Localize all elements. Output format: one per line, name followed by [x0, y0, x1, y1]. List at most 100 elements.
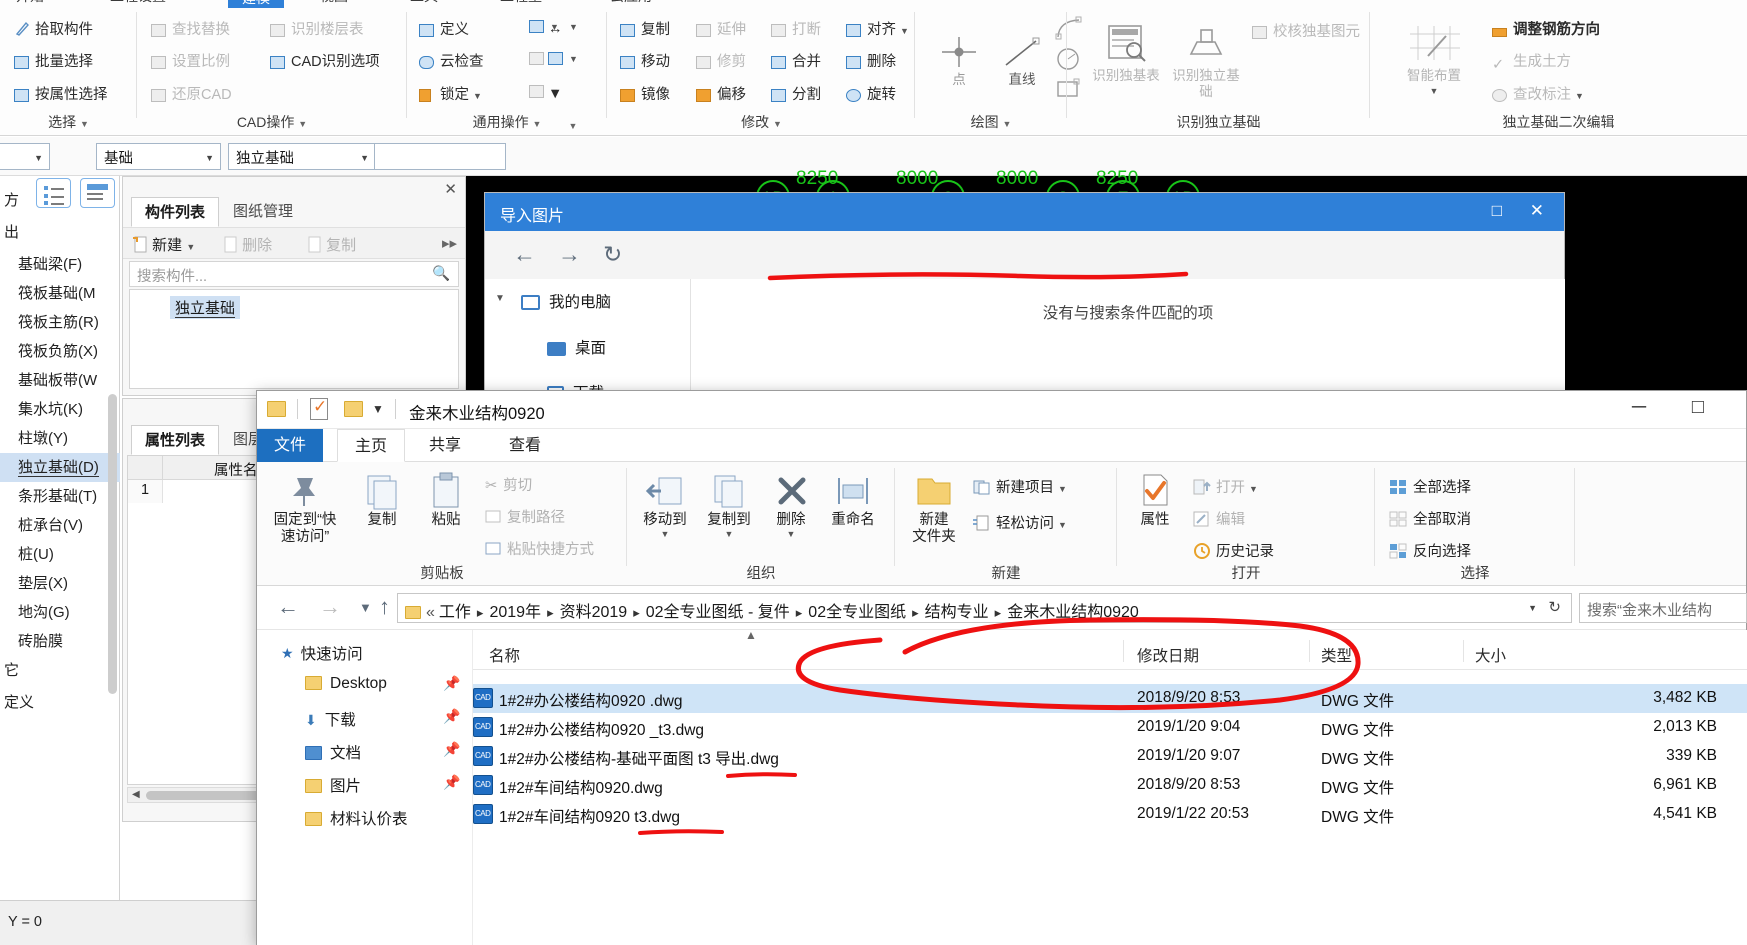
new-folder-icon[interactable]: [344, 401, 363, 417]
category-select[interactable]: 基础 ▼: [96, 143, 221, 170]
sidebar-item-foundation-beam[interactable]: 基础梁(F): [0, 250, 120, 279]
copy-to-button[interactable]: 复制到 ▼: [699, 472, 759, 539]
refresh-icon[interactable]: ↻: [603, 241, 622, 268]
pin-icon[interactable]: 📌: [443, 774, 460, 791]
address-part-6[interactable]: 金来木业结构0920: [1007, 604, 1139, 621]
navpane-item-pictures[interactable]: 图片: [305, 774, 361, 796]
back-icon[interactable]: ←: [513, 241, 536, 268]
sidebar-item-strip-foundation[interactable]: 条形基础(T): [0, 482, 120, 511]
generate-earthwork-button[interactable]: ✓ 生成土方: [1492, 50, 1571, 74]
card-view-toggle[interactable]: [80, 178, 115, 208]
ribbon-group-modify-title[interactable]: 修改 ▼: [608, 112, 915, 132]
sidebar-item-pile-cap[interactable]: 桩承台(V): [0, 511, 120, 540]
copy-path-button[interactable]: 复制路径: [485, 506, 565, 527]
component-type-select[interactable]: 独立基础 ▼: [228, 143, 376, 170]
navpane-item-documents[interactable]: 文档: [305, 741, 361, 763]
chevron-down-icon[interactable]: ▼: [1528, 603, 1537, 613]
column-header-name[interactable]: 名称: [489, 644, 520, 666]
new-folder-button[interactable]: 新建 文件夹: [903, 472, 965, 545]
pin-icon[interactable]: 📌: [443, 708, 460, 725]
table-row[interactable]: 1#2#办公楼结构0920 _t3.dwg 2019/1/20 9:04 DWG…: [473, 713, 1747, 742]
lock-button[interactable]: 锁定 ▼: [419, 83, 482, 106]
ribbon-group-cad-title[interactable]: CAD操作 ▼: [137, 112, 407, 132]
sidebar-item-my-computer[interactable]: 我的电脑: [521, 290, 611, 312]
chevron-down-icon[interactable]: ▼: [372, 402, 384, 416]
cad-recognize-options-button[interactable]: CAD识别选项: [270, 50, 380, 73]
table-row[interactable]: 1#2#办公楼结构0920 .dwg 2018/9/20 8:53 DWG 文件…: [473, 684, 1747, 713]
sidebar-item-sump[interactable]: 集水坑(K): [0, 395, 120, 424]
rotate-button[interactable]: 旋转: [846, 83, 896, 106]
tab-component-list[interactable]: 构件列表: [131, 197, 220, 227]
properties-button[interactable]: 属性: [1127, 472, 1183, 529]
maximize-icon[interactable]: □: [1692, 396, 1704, 419]
sidebar-item-raft-negative-rebar[interactable]: 筏板负筋(X): [0, 337, 120, 366]
history-button[interactable]: 历史记录: [1193, 540, 1274, 561]
recognize-footing-table-button[interactable]: 识别独基表: [1089, 22, 1163, 84]
list-view-toggle[interactable]: [36, 178, 71, 208]
filter-tool-dropdown[interactable]: ▼: [548, 83, 569, 103]
find-replace-button[interactable]: 查找替换: [151, 18, 230, 41]
ribbon-tab-1[interactable]: 工程设置: [110, 0, 166, 6]
sidebar-item-cushion[interactable]: 垫层(X): [0, 569, 120, 598]
mirror-button[interactable]: 镜像: [620, 83, 670, 106]
minimize-icon[interactable]: ─: [1632, 396, 1646, 419]
close-icon[interactable]: ✕: [1530, 201, 1544, 221]
ribbon-tab-3[interactable]: 视图: [320, 0, 348, 6]
sidebar-item-pile[interactable]: 桩(U): [0, 540, 120, 569]
address-part-3[interactable]: 02全专业图纸 - 复件: [646, 604, 790, 621]
point-tool-button[interactable]: 点: [929, 34, 989, 88]
forward-icon[interactable]: →: [558, 241, 581, 268]
chevron-down-icon[interactable]: ▼: [495, 293, 505, 304]
copy-button[interactable]: 复制: [353, 472, 411, 529]
scroll-left-icon[interactable]: ◀: [132, 789, 140, 800]
copy-button[interactable]: 复制: [620, 18, 670, 41]
sidebar-item-brick-formwork[interactable]: 砖胎膜: [0, 627, 120, 656]
select-none-button[interactable]: 全部取消: [1389, 508, 1471, 529]
select-all-button[interactable]: 全部选择: [1389, 476, 1471, 497]
sidebar-item-column-pier[interactable]: 柱墩(Y): [0, 424, 120, 453]
component-tree-item[interactable]: 独立基础: [170, 296, 241, 319]
rename-button[interactable]: 重命名: [823, 472, 883, 529]
forward-icon[interactable]: →: [319, 594, 341, 620]
define-button[interactable]: 定义: [419, 18, 469, 41]
sidebar-item-raft-main-rebar[interactable]: 筏板主筋(R): [0, 308, 120, 337]
cloud-check-button[interactable]: 云检查: [419, 50, 484, 73]
maximize-icon[interactable]: □: [1492, 201, 1502, 221]
sidebar-clipped-2[interactable]: 它: [0, 656, 120, 685]
delete-button[interactable]: 删除 ▼: [765, 472, 817, 539]
sidebar-item-raft-foundation[interactable]: 筏板基础(M: [0, 279, 120, 308]
folder-icon[interactable]: [267, 401, 286, 417]
move-to-button[interactable]: 移动到 ▼: [635, 472, 695, 539]
line-tool-button[interactable]: 直线: [991, 34, 1053, 88]
navpane-item-material-price[interactable]: 材料认价表: [305, 807, 408, 829]
tab-drawing-management[interactable]: 图纸管理: [220, 197, 306, 227]
split-button[interactable]: 分割: [771, 83, 821, 106]
table-row[interactable]: 1#2#车间结构0920.dwg 2018/9/20 8:53 DWG 文件 6…: [473, 771, 1747, 800]
tab-property-list[interactable]: 属性列表: [131, 425, 220, 455]
window-tool-dropdown[interactable]: ▼: [548, 50, 578, 69]
new-item-button[interactable]: 新建项目 ▼: [973, 476, 1067, 497]
width-tool-dropdown[interactable]: ↔ ▼: [548, 18, 578, 38]
ribbon-group-draw-title[interactable]: 绘图 ▼: [915, 112, 1067, 132]
tab-home[interactable]: 主页: [337, 429, 406, 462]
properties-icon[interactable]: [310, 397, 328, 420]
sidebar-item-trench[interactable]: 地沟(G): [0, 598, 120, 627]
address-part-1[interactable]: 2019年: [489, 604, 541, 621]
sidebar-item-foundation-slab-band[interactable]: 基础板带(W: [0, 366, 120, 395]
ribbon-tab-6[interactable]: 云应用: [610, 0, 652, 6]
smart-layout-button[interactable]: 智能布置 ▼: [1388, 22, 1480, 96]
recent-locations-icon[interactable]: ▼: [359, 600, 372, 615]
restore-cad-button[interactable]: 还原CAD: [151, 83, 232, 106]
ribbon-tab-0[interactable]: 开始: [16, 0, 44, 6]
paste-shortcut-button[interactable]: 粘贴快捷方式: [485, 538, 594, 559]
invert-selection-button[interactable]: 反向选择: [1389, 540, 1471, 561]
explorer-address-bar[interactable]: «工作 ▸ 2019年 ▸ 资料2019 ▸ 02全专业图纸 - 复件 ▸ 02全专业图纸 ▸ 结构…: [397, 593, 1572, 623]
tab-view[interactable]: 查看: [492, 429, 558, 462]
open-button[interactable]: 打开 ▼: [1193, 476, 1258, 497]
pin-icon[interactable]: 📌: [443, 675, 460, 692]
column-header-type[interactable]: 类型: [1321, 644, 1352, 666]
copy-component-button[interactable]: 复制: [307, 234, 356, 255]
cut-button[interactable]: ✂ 剪切: [485, 474, 532, 495]
address-part-0[interactable]: 工作: [439, 604, 471, 621]
expand-toolbar-icon[interactable]: ▸▸: [442, 234, 457, 252]
